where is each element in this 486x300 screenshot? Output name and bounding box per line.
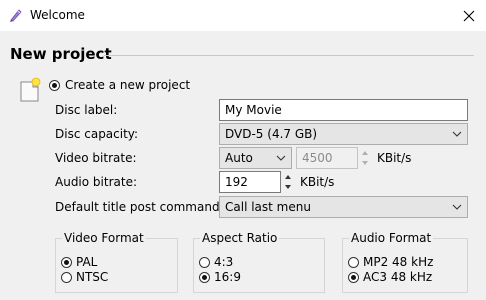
audio-bitrate-caption: Audio bitrate: <box>55 175 137 189</box>
close-icon <box>463 10 475 21</box>
aspect-ratio-title: Aspect Ratio <box>200 231 280 245</box>
ratio-16-9-label: 16:9 <box>214 270 241 284</box>
disc-label-caption: Disc label: <box>55 103 118 117</box>
pal-radio[interactable] <box>61 257 72 268</box>
ratio-4-3-label: 4:3 <box>214 255 234 269</box>
post-command-caption: Default title post command: <box>55 200 224 214</box>
audio-format-group: Audio Format MP2 48 kHz AC3 48 kHz <box>342 231 468 293</box>
video-bitrate-unit: KBit/s <box>377 151 412 165</box>
section-divider <box>104 55 474 56</box>
disc-capacity-select[interactable]: DVD-5 (4.7 GB) <box>219 123 468 145</box>
create-project-label: Create a new project <box>65 78 191 92</box>
ac3-radio[interactable] <box>348 272 359 283</box>
video-format-title: Video Format <box>62 231 146 245</box>
mp2-radio[interactable] <box>348 257 359 268</box>
ac3-label: AC3 48 kHz <box>363 270 433 284</box>
chevron-down-icon <box>276 155 286 161</box>
spin-up-icon[interactable] <box>359 148 371 158</box>
section-title: New project <box>10 45 112 63</box>
spin-up-icon[interactable] <box>282 172 294 182</box>
post-command-value: Call last menu <box>225 200 311 214</box>
disc-label-input[interactable]: My Movie <box>219 99 468 121</box>
video-bitrate-mode-select[interactable]: Auto <box>219 147 292 169</box>
audio-format-title: Audio Format <box>349 231 434 245</box>
chevron-down-icon <box>452 131 462 137</box>
ratio-16-9-radio[interactable] <box>199 272 210 283</box>
ratio-4-3-radio[interactable] <box>199 257 210 268</box>
spin-down-icon[interactable] <box>359 158 371 168</box>
ntsc-label: NTSC <box>76 270 109 284</box>
video-format-group: Video Format PAL NTSC <box>55 231 178 293</box>
video-bitrate-caption: Video bitrate: <box>55 151 137 165</box>
title-bar: Welcome <box>0 0 486 31</box>
pen-icon <box>8 7 24 23</box>
new-document-icon <box>18 77 42 106</box>
close-button[interactable] <box>452 0 486 31</box>
pal-label: PAL <box>76 255 98 269</box>
audio-bitrate-input[interactable]: 192 <box>219 171 281 193</box>
video-bitrate-mode-value: Auto <box>225 151 253 165</box>
ntsc-radio[interactable] <box>61 272 72 283</box>
video-bitrate-stepper[interactable] <box>359 148 371 168</box>
mp2-label: MP2 48 kHz <box>363 255 434 269</box>
audio-bitrate-unit: KBit/s <box>300 175 335 189</box>
spin-down-icon[interactable] <box>282 182 294 192</box>
post-command-select[interactable]: Call last menu <box>219 196 468 218</box>
audio-bitrate-stepper[interactable] <box>282 172 294 192</box>
chevron-down-icon <box>452 204 462 210</box>
create-project-radio[interactable] <box>49 80 60 91</box>
aspect-ratio-group: Aspect Ratio 4:3 16:9 <box>193 231 325 293</box>
disc-capacity-caption: Disc capacity: <box>55 127 139 141</box>
disc-capacity-value: DVD-5 (4.7 GB) <box>225 127 318 141</box>
window-title: Welcome <box>30 8 85 22</box>
video-bitrate-input[interactable]: 4500 <box>296 147 358 169</box>
